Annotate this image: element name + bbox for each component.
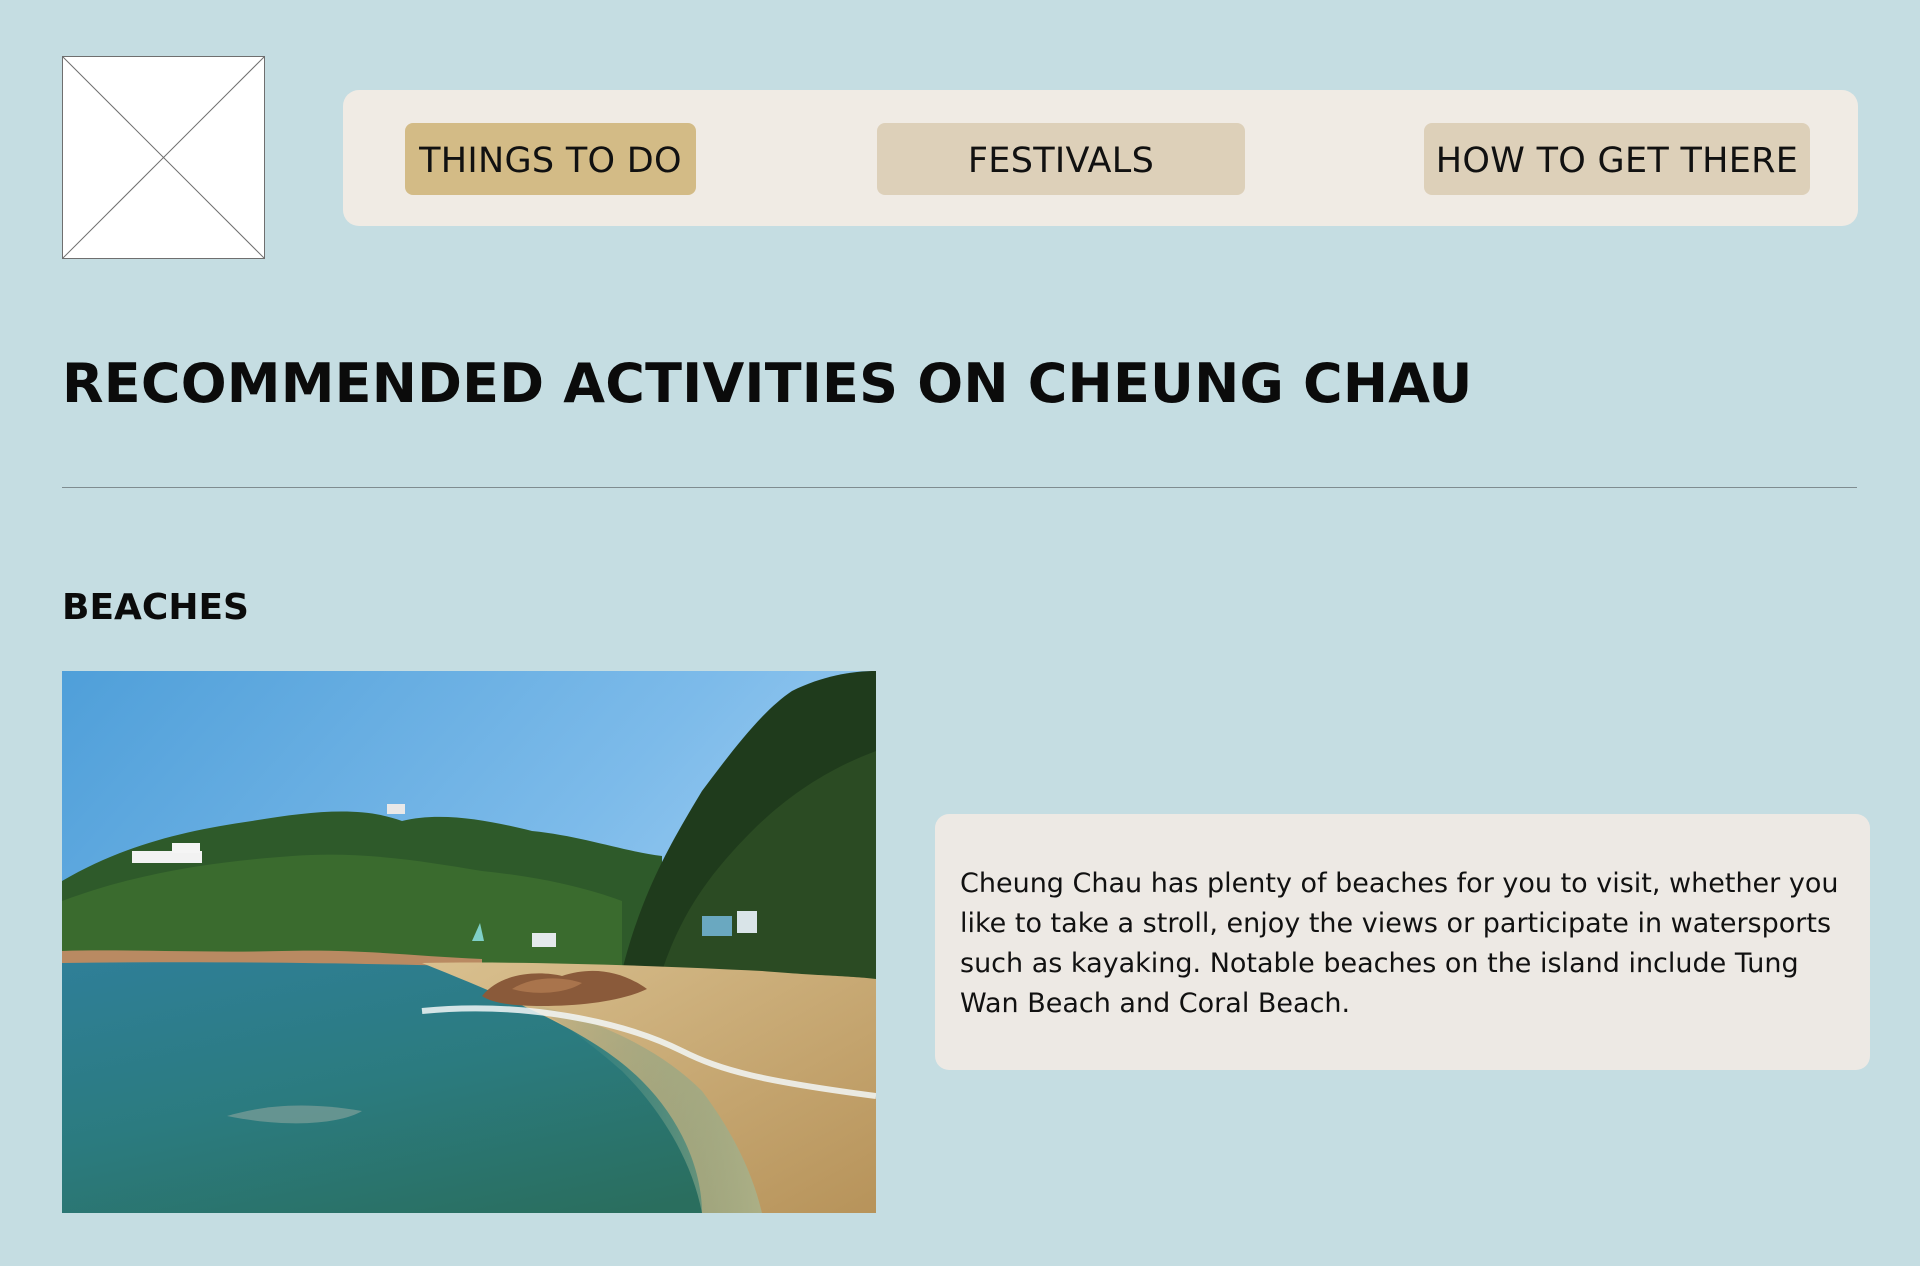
logo-placeholder[interactable] [62, 56, 265, 259]
image-placeholder-icon [63, 57, 264, 258]
beaches-description: Cheung Chau has plenty of beaches for yo… [960, 868, 1839, 1019]
page-title: RECOMMENDED ACTIVITIES ON CHEUNG CHAU [62, 352, 1473, 415]
nav-festivals-button[interactable]: FESTIVALS [877, 123, 1245, 195]
nav-how-to-get-there-button[interactable]: HOW TO GET THERE [1424, 123, 1810, 195]
beach-photo [62, 671, 876, 1213]
section-divider [62, 487, 1857, 488]
main-nav: THINGS TO DO FESTIVALS HOW TO GET THERE [343, 90, 1858, 226]
nav-things-to-do-button[interactable]: THINGS TO DO [405, 123, 696, 195]
section-title-beaches: BEACHES [62, 587, 249, 628]
beaches-description-card: Cheung Chau has plenty of beaches for yo… [935, 814, 1870, 1070]
